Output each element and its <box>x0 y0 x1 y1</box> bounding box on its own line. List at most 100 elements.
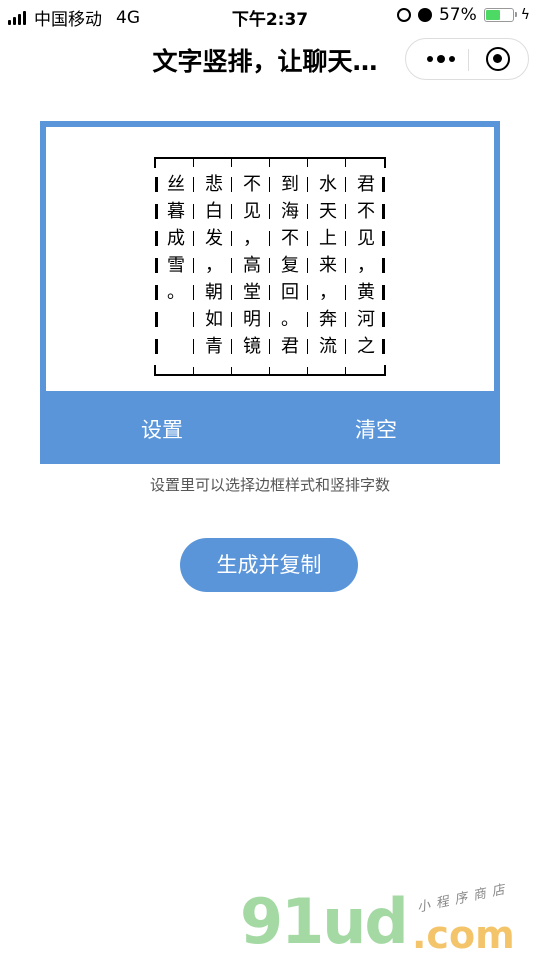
text-cell <box>157 306 195 333</box>
column-separator <box>307 312 308 327</box>
column-separator <box>269 312 270 327</box>
nav-bar: 文字竖排，让聊天… <box>0 30 540 86</box>
frame-tick <box>307 159 308 167</box>
text-cell: 见 <box>243 201 261 222</box>
text-cell: 奔 <box>319 309 337 330</box>
frame-bottom <box>154 365 386 376</box>
frame-tick <box>345 367 346 375</box>
column-separator <box>382 177 385 192</box>
column-separator <box>193 339 194 354</box>
text-cell: 明 <box>243 309 261 330</box>
text-cell: 青 <box>205 336 223 357</box>
text-cell: 复 <box>281 255 299 276</box>
text-cell: 君 <box>357 174 375 195</box>
editor-card: 丝暮成雪。悲白发，朝如青不见，高堂明镜到海不复回。君水天上来，奔流君不见，黄河之… <box>40 121 500 464</box>
watermark-main: 91ud <box>240 885 409 958</box>
text-cell: 发 <box>205 228 223 249</box>
text-cell: ， <box>243 228 261 249</box>
rotation-lock-icon <box>396 8 411 22</box>
column-separator <box>155 339 158 354</box>
frame-tick <box>231 367 232 375</box>
watermark-suffix: .com <box>412 913 515 957</box>
text-cell: 高 <box>243 255 261 276</box>
text-cell: 悲 <box>205 174 223 195</box>
text-cell: 之 <box>357 336 375 357</box>
text-cell: 不 <box>357 201 375 222</box>
column-separator <box>269 339 270 354</box>
text-column: 悲白发 ， 朝如青 <box>195 171 233 360</box>
more-dots-icon[interactable] <box>416 39 466 79</box>
text-column: 君不见 ， 黄河之 <box>347 171 385 360</box>
text-cell: ， <box>357 255 375 276</box>
column-separator <box>345 339 346 354</box>
column-separator <box>307 285 308 300</box>
column-separator <box>193 231 194 246</box>
column-separator <box>307 204 308 219</box>
text-cell: 君 <box>281 336 299 357</box>
column-separator <box>231 285 232 300</box>
watermark-tag: 小程序商店 <box>415 881 512 916</box>
text-cell: 堂 <box>243 282 261 303</box>
column-separator <box>193 285 194 300</box>
column-separator <box>155 285 158 300</box>
frame-tick <box>193 159 194 167</box>
clear-button[interactable]: 清空 <box>306 405 446 455</box>
column-separator <box>231 231 232 246</box>
column-separator <box>155 258 158 273</box>
generate-copy-button[interactable]: 生成并复制 <box>180 538 358 592</box>
text-canvas[interactable]: 丝暮成雪。悲白发，朝如青不见，高堂明镜到海不复回。君水天上来，奔流君不见，黄河之 <box>46 127 494 391</box>
text-column: 丝暮成雪。 <box>157 171 195 360</box>
column-separator <box>231 204 232 219</box>
status-bar: 中国移动 4G 下午2:37 57% ϟ <box>0 0 540 30</box>
frame-tick <box>269 367 270 375</box>
text-cell: 如 <box>205 309 223 330</box>
column-separator <box>307 258 308 273</box>
text-cell: 不 <box>243 174 261 195</box>
text-cell: 水 <box>319 174 337 195</box>
text-cell: 见 <box>357 228 375 249</box>
column-separator <box>307 177 308 192</box>
alarm-icon <box>417 8 432 22</box>
text-cell: 。 <box>281 309 299 330</box>
text-cell: ， <box>319 282 337 303</box>
text-column: 水天上来 ， 奔流 <box>309 171 347 360</box>
text-cell: 白 <box>205 201 223 222</box>
column-separator <box>155 312 158 327</box>
column-separator <box>382 204 385 219</box>
column-separator <box>382 312 385 327</box>
text-cell: 天 <box>319 201 337 222</box>
text-columns: 丝暮成雪。悲白发，朝如青不见，高堂明镜到海不复回。君水天上来，奔流君不见，黄河之 <box>154 171 386 361</box>
column-separator <box>269 204 270 219</box>
text-cell: 到 <box>281 174 299 195</box>
column-separator <box>307 339 308 354</box>
column-separator <box>193 312 194 327</box>
text-cell: 回 <box>281 282 299 303</box>
column-separator <box>231 258 232 273</box>
column-separator <box>307 231 308 246</box>
column-separator <box>193 258 194 273</box>
column-separator <box>269 285 270 300</box>
column-separator <box>269 231 270 246</box>
text-cell: 海 <box>281 201 299 222</box>
text-cell: 流 <box>319 336 337 357</box>
column-separator <box>345 258 346 273</box>
target-circle-icon[interactable] <box>486 47 510 71</box>
battery-icon <box>483 8 517 22</box>
column-separator <box>345 312 346 327</box>
text-column: 到海不复回。君 <box>271 171 309 360</box>
column-separator <box>345 204 346 219</box>
frame-tick <box>307 367 308 375</box>
text-cell: ， <box>205 255 223 276</box>
battery-percent: 57% <box>438 5 477 25</box>
status-right: 57% ϟ <box>396 5 530 25</box>
text-cell: 不 <box>281 228 299 249</box>
text-column: 不见 ， 高堂明镜 <box>233 171 271 360</box>
settings-button[interactable]: 设置 <box>92 405 232 455</box>
text-cell: 雪 <box>167 255 185 276</box>
hint-text: 设置里可以选择边框样式和竖排字数 <box>149 476 390 494</box>
text-cell <box>157 333 195 360</box>
column-separator <box>231 177 232 192</box>
column-separator <box>382 339 385 354</box>
text-cell: 上 <box>319 228 337 249</box>
column-separator <box>193 177 194 192</box>
